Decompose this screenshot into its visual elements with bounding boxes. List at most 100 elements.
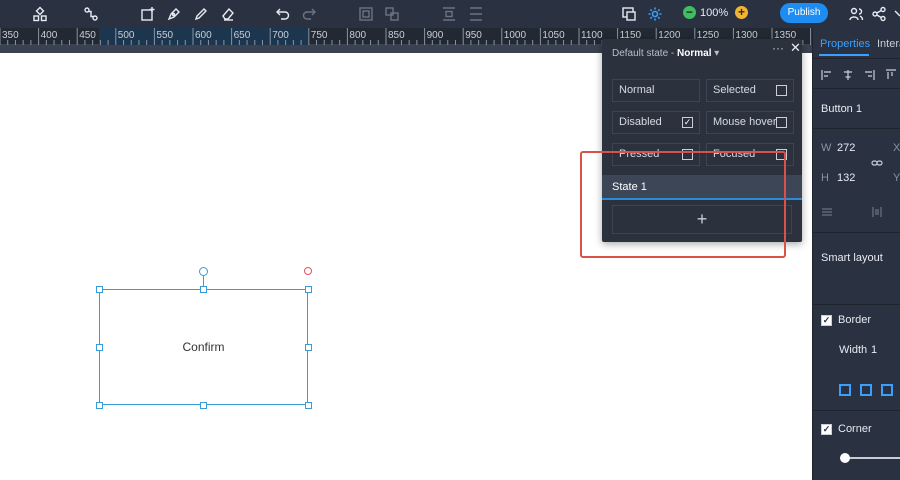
- ungroup-icon[interactable]: [381, 3, 403, 25]
- distribute-horizontal-icon[interactable]: [465, 3, 487, 25]
- corner-checkbox[interactable]: ✓: [821, 424, 832, 435]
- pencil-icon[interactable]: [190, 3, 212, 25]
- chevron-down-icon: ▾: [714, 48, 720, 59]
- resize-handle-n[interactable]: [200, 286, 207, 293]
- border-checkbox[interactable]: ✓: [821, 315, 832, 326]
- resize-handle-w[interactable]: [96, 344, 103, 351]
- ruler-tick-label: 900: [426, 30, 444, 41]
- tab-interactions[interactable]: Intera: [877, 38, 900, 50]
- state-checkbox[interactable]: [776, 85, 787, 96]
- state-label: Mouse hover: [713, 116, 777, 128]
- ruler-tick-label: 500: [117, 30, 135, 41]
- settings-gear-icon[interactable]: [644, 3, 666, 25]
- link-icon[interactable]: [871, 156, 883, 174]
- redo-icon[interactable]: [298, 3, 320, 25]
- divider: [813, 410, 900, 411]
- border-all-icon[interactable]: [860, 384, 872, 396]
- divider: [813, 128, 900, 129]
- more-options-icon[interactable]: ···: [772, 41, 784, 55]
- tab-active-indicator: [819, 54, 869, 56]
- divider: [813, 304, 900, 305]
- corner-radius-slider-track[interactable]: [843, 457, 900, 459]
- more-icon[interactable]: [888, 3, 900, 25]
- device-preview-icon[interactable]: [618, 3, 640, 25]
- align-center-icon[interactable]: [842, 68, 854, 86]
- ruler-tick-label: 550: [156, 30, 174, 41]
- border-width-input[interactable]: 1: [871, 344, 877, 356]
- share-icon[interactable]: [868, 3, 890, 25]
- state-checkbox[interactable]: [776, 117, 787, 128]
- annotation-highlight-box: [580, 151, 786, 258]
- width-label: W: [821, 142, 832, 154]
- align-top-icon[interactable]: [885, 68, 897, 86]
- border-left-icon[interactable]: [839, 384, 851, 396]
- y-label: Y: [893, 172, 900, 184]
- collaborators-icon[interactable]: [845, 3, 867, 25]
- tab-properties[interactable]: Properties: [820, 38, 870, 50]
- smart-layout-label: Smart layout: [821, 252, 883, 264]
- default-state-value: Normal: [677, 48, 712, 59]
- state-normal[interactable]: Normal: [612, 79, 700, 102]
- border-label: Border: [838, 314, 872, 326]
- align-left-icon[interactable]: [821, 68, 833, 86]
- zoom-in-button[interactable]: +: [735, 6, 748, 19]
- delete-handle[interactable]: [304, 267, 312, 275]
- state-label: Disabled: [619, 116, 662, 128]
- zoom-out-button[interactable]: −: [683, 6, 696, 19]
- spacing-icon[interactable]: [821, 205, 833, 223]
- ruler-tick-label: 450: [79, 30, 96, 41]
- default-state-label: Default state -: [612, 48, 678, 59]
- top-toolbar: − 100% + Publish: [0, 0, 900, 28]
- width-input[interactable]: 272: [837, 142, 855, 154]
- close-icon[interactable]: ✕: [790, 40, 801, 56]
- resize-handle-sw[interactable]: [96, 402, 103, 409]
- corner-label: Corner: [838, 423, 872, 435]
- confirm-button-widget[interactable]: Confirm: [99, 289, 308, 405]
- state-selected[interactable]: Selected: [706, 79, 794, 102]
- border-right-icon[interactable]: [881, 384, 893, 396]
- resize-handle-ne[interactable]: [305, 286, 312, 293]
- state-disabled[interactable]: Disabled ✓: [612, 111, 700, 134]
- resize-handle-e[interactable]: [305, 344, 312, 351]
- group-icon[interactable]: [355, 3, 377, 25]
- publish-button[interactable]: Publish: [780, 3, 828, 23]
- ruler-tick-label: 650: [233, 30, 251, 41]
- ruler-tick-label: 700: [272, 30, 289, 41]
- properties-panel: Properties Intera Button 1 W 272 X H 132…: [812, 28, 900, 480]
- ruler-tick-label: 1050: [542, 30, 565, 41]
- border-width-label: Width: [839, 344, 868, 356]
- resize-handle-s[interactable]: [200, 402, 207, 409]
- resize-handle-se[interactable]: [305, 402, 312, 409]
- distribute-vertical-icon[interactable]: [438, 3, 460, 25]
- corner-radius-slider-thumb[interactable]: [840, 453, 850, 463]
- pen-icon[interactable]: [163, 3, 185, 25]
- rotation-handle[interactable]: [199, 267, 208, 276]
- eraser-icon[interactable]: [217, 3, 239, 25]
- distribute-icon[interactable]: [871, 205, 883, 223]
- components-icon[interactable]: [29, 3, 51, 25]
- divider: [813, 58, 900, 59]
- state-panel-header[interactable]: Default state - Normal ▾: [612, 48, 719, 59]
- divider: [813, 88, 900, 89]
- state-label: Selected: [713, 84, 756, 96]
- ruler-tick-label: 1000: [503, 30, 527, 41]
- ruler-tick-label: 950: [465, 30, 482, 41]
- widget-label: Confirm: [182, 340, 225, 354]
- resize-handle-nw[interactable]: [96, 286, 103, 293]
- undo-icon[interactable]: [272, 3, 294, 25]
- x-label: X: [893, 142, 900, 154]
- align-right-icon[interactable]: [863, 68, 875, 86]
- ruler-tick-label: 800: [349, 30, 367, 41]
- ruler-tick-label: 400: [40, 30, 58, 41]
- add-frame-icon[interactable]: [137, 3, 159, 25]
- connector-icon[interactable]: [80, 3, 102, 25]
- height-input[interactable]: 132: [837, 172, 855, 184]
- app-window: − 100% + Publish 350 400 450 500 550 600 650 70…: [0, 0, 900, 480]
- state-checkbox-checked[interactable]: ✓: [682, 117, 693, 128]
- state-mouse-hover[interactable]: Mouse hover: [706, 111, 794, 134]
- state-label: Normal: [619, 84, 655, 96]
- ruler-tick-label: 600: [195, 30, 212, 41]
- ruler-tick-label: 350: [2, 30, 19, 41]
- component-name[interactable]: Button 1: [821, 103, 862, 115]
- ruler-tick-label: 750: [310, 30, 328, 41]
